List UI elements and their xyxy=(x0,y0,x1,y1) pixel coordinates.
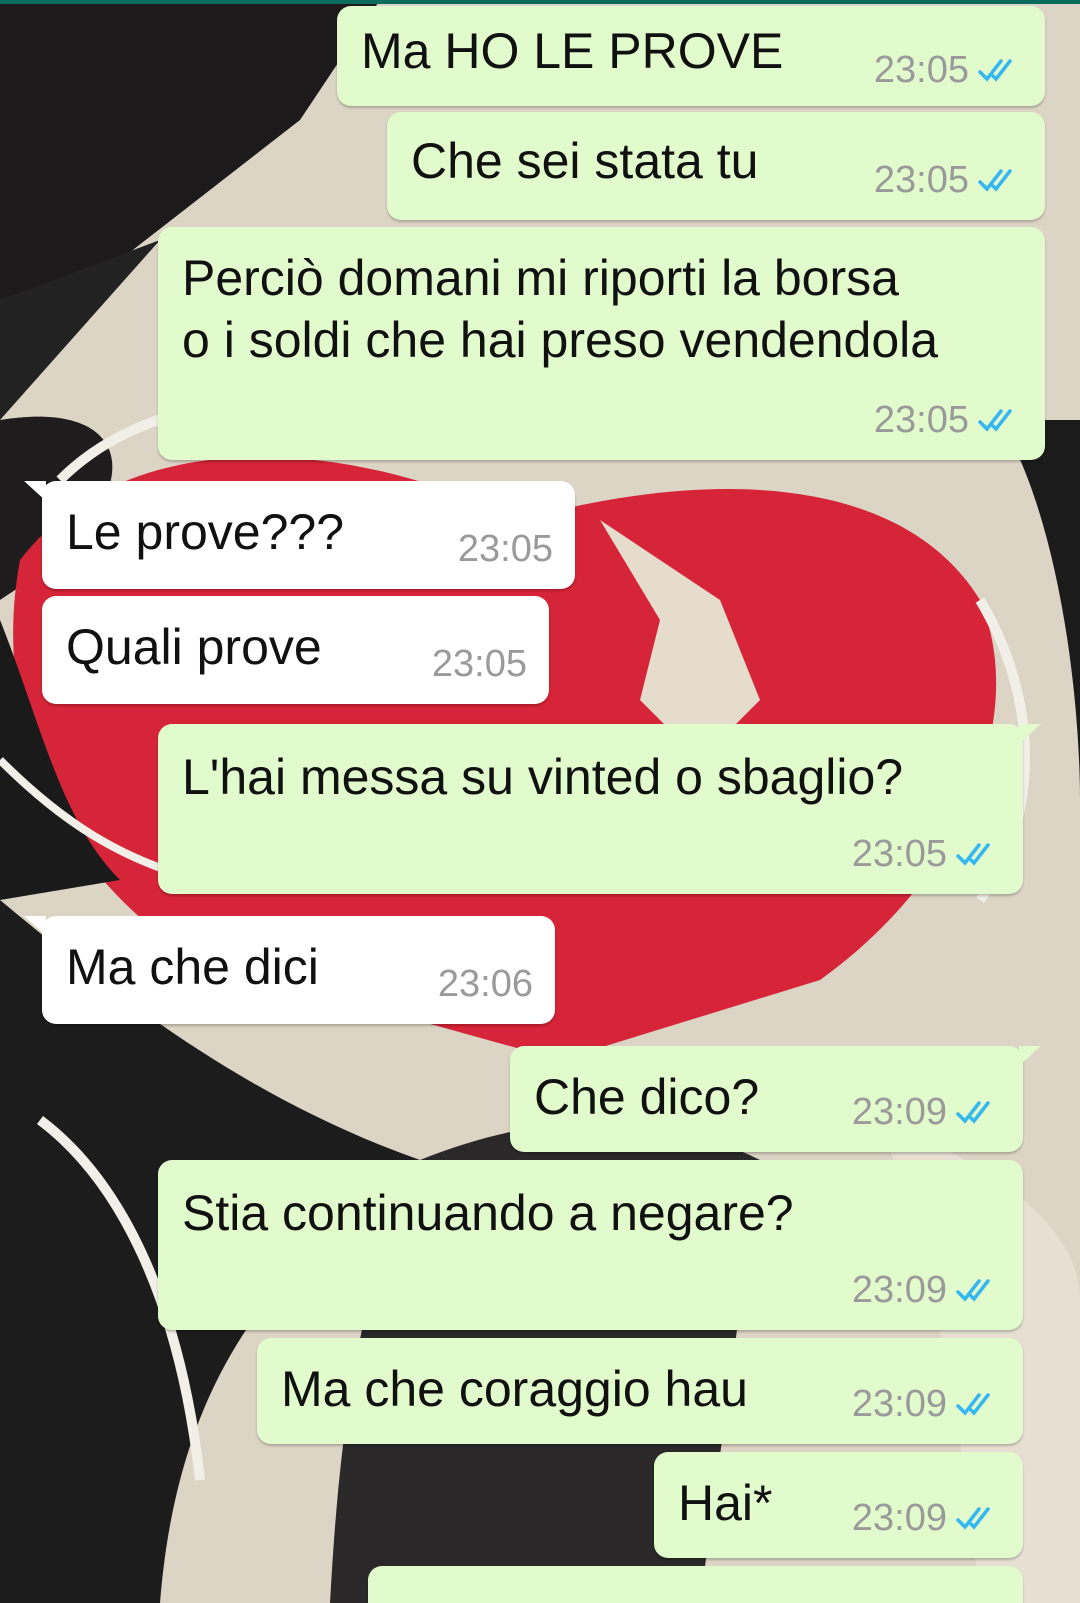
message-bubble-outgoing[interactable]: Stia continuando a negare? 23:09 xyxy=(158,1160,1023,1330)
message-time: 23:09 xyxy=(851,1269,947,1311)
message-bubble-incoming[interactable]: Quali prove 23:05 xyxy=(42,596,549,704)
message-meta: 23:05 xyxy=(874,160,1023,200)
message-meta: 23:09 xyxy=(852,1384,1001,1424)
message-text: Perciò domani mi riporti la borsa o i so… xyxy=(182,250,939,368)
message-bubble-outgoing[interactable]: L'hai messa su vinted o sbaglio? 23:05 xyxy=(158,724,1041,894)
message-meta: 23:09 xyxy=(852,1498,1001,1538)
message-text: Le prove??? xyxy=(66,504,345,560)
message-meta: 23:05 xyxy=(874,400,1023,440)
message-time: 23:05 xyxy=(457,528,553,570)
message-bubble-outgoing-partial xyxy=(368,1566,1023,1603)
message-time: 23:05 xyxy=(873,49,969,91)
double-check-icon xyxy=(978,59,1012,82)
message-meta: 23:05 xyxy=(852,834,1001,874)
message-bubble-outgoing[interactable]: Perciò domani mi riporti la borsa o i so… xyxy=(158,227,1045,460)
message-bubble-incoming[interactable]: Ma che dici 23:06 xyxy=(24,916,555,1024)
message-time: 23:09 xyxy=(851,1497,947,1539)
double-check-icon xyxy=(956,1507,990,1530)
message-meta: 23:09 xyxy=(852,1270,1001,1310)
message-text: L'hai messa su vinted o sbaglio? xyxy=(182,749,904,805)
message-meta: 23:05 xyxy=(458,529,553,569)
message-text: Ma che dici xyxy=(66,939,319,995)
double-check-icon xyxy=(956,1279,990,1302)
message-meta: 23:06 xyxy=(438,964,533,1004)
message-text: Hai* xyxy=(678,1475,773,1531)
message-meta: 23:05 xyxy=(432,644,527,684)
double-check-icon xyxy=(956,1393,990,1416)
message-meta: 23:09 xyxy=(852,1092,1001,1132)
message-text: Quali prove xyxy=(66,619,322,675)
double-check-icon xyxy=(956,843,990,866)
message-time: 23:09 xyxy=(851,1091,947,1133)
message-text: Ma che coraggio hau xyxy=(281,1361,748,1417)
message-time: 23:06 xyxy=(437,963,533,1005)
message-bubble-outgoing[interactable]: Ma HO LE PROVE 23:05 xyxy=(337,6,1045,106)
message-time: 23:05 xyxy=(431,643,527,685)
message-text: Che dico? xyxy=(534,1069,760,1125)
double-check-icon xyxy=(978,409,1012,432)
message-text: Che sei stata tu xyxy=(411,133,759,189)
message-meta: 23:05 xyxy=(874,50,1023,90)
message-bubble-outgoing[interactable]: Che sei stata tu 23:05 xyxy=(387,112,1045,220)
message-bubble-outgoing[interactable]: Che dico? 23:09 xyxy=(510,1046,1041,1152)
message-bubble-incoming[interactable]: Le prove??? 23:05 xyxy=(24,481,575,589)
message-time: 23:05 xyxy=(851,833,947,875)
message-bubble-outgoing[interactable]: Ma che coraggio hau 23:09 xyxy=(257,1338,1023,1444)
double-check-icon xyxy=(978,169,1012,192)
message-time: 23:05 xyxy=(873,399,969,441)
message-text: Stia continuando a negare? xyxy=(182,1185,794,1241)
message-time: 23:09 xyxy=(851,1383,947,1425)
message-text: Ma HO LE PROVE xyxy=(361,23,784,79)
message-bubble-outgoing[interactable]: Hai* 23:09 xyxy=(654,1452,1023,1558)
message-time: 23:05 xyxy=(873,159,969,201)
double-check-icon xyxy=(956,1101,990,1124)
header-accent-bar xyxy=(0,0,1080,4)
